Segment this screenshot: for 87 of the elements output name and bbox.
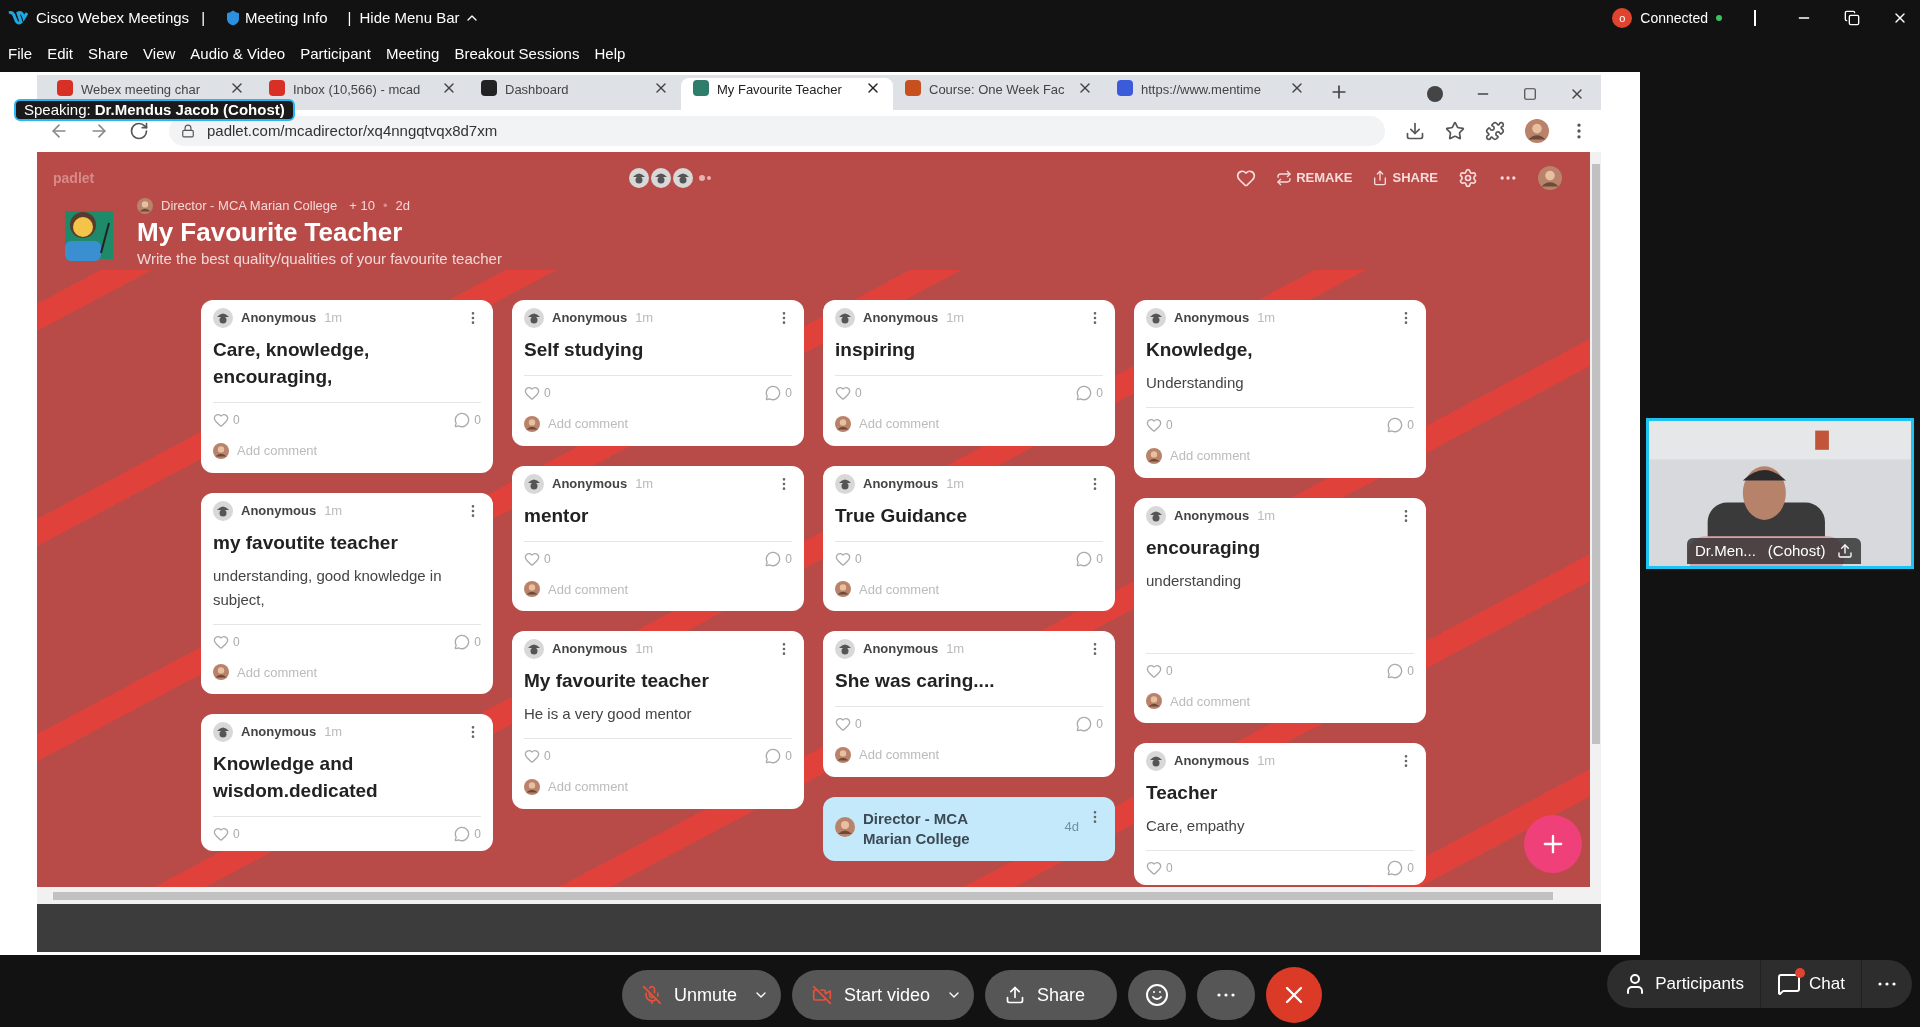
post-body: understanding	[1146, 570, 1243, 591]
comment-count: 0	[1407, 417, 1414, 434]
post-title: True Guidance	[835, 503, 968, 528]
post-time: 1m	[946, 640, 965, 659]
post-body: Care, empathy	[1146, 816, 1246, 836]
post-title: Self studying	[524, 338, 645, 362]
connection-status: Connected	[1640, 8, 1708, 28]
post-author: Anonymous	[863, 309, 939, 328]
post-time: 1m	[946, 474, 965, 493]
speaker-name: Dr.Mendus Jacob (Cohost)	[94, 101, 285, 119]
post-author: Anonymous	[552, 309, 628, 328]
post-title: Care, knowledge, encouraging,	[213, 338, 371, 389]
post-author: Anonymous	[863, 474, 939, 493]
post-author: Anonymous	[1174, 309, 1250, 328]
board-title: My Favourite Teacher	[137, 215, 404, 248]
like-count: 0	[233, 826, 240, 843]
post-body: He is a very good mentor	[524, 704, 693, 724]
post-author: Anonymous	[1174, 506, 1250, 525]
post-title: Knowledge,	[1146, 338, 1254, 362]
post-time: 1m	[1257, 309, 1276, 328]
tab-title: Webex meeting char	[81, 81, 200, 99]
title-separator: |	[347, 7, 352, 28]
like-count: 0	[855, 385, 862, 402]
post-body: understanding, good knowledge in subject,	[213, 565, 443, 610]
post-time: 1m	[1257, 506, 1276, 525]
post-time: 1m	[635, 640, 654, 659]
post-title: Teacher	[1146, 781, 1219, 805]
comment-count: 0	[474, 633, 481, 651]
post-author: Anonymous	[1174, 752, 1250, 771]
post-author: Anonymous	[552, 640, 628, 659]
tab-title: Dashboard	[505, 81, 569, 99]
comment-count: 0	[474, 826, 481, 843]
like-count: 0	[544, 748, 551, 765]
recording-badge: o	[1612, 8, 1633, 28]
post-time: 1m	[324, 723, 343, 742]
speaking-label: Speaking:	[24, 101, 91, 119]
comment-count: 0	[1407, 662, 1414, 680]
like-count: 0	[1166, 860, 1173, 877]
comment-count: 0	[785, 385, 792, 402]
board-age: 2d	[395, 197, 410, 215]
like-count: 0	[855, 716, 862, 733]
post-time: 1m	[635, 309, 654, 328]
post-title: encouraging	[1146, 535, 1261, 560]
comment-count: 0	[785, 550, 792, 568]
post-title: inspiring	[835, 338, 917, 362]
app-name: Cisco Webex Meetings	[36, 7, 190, 28]
comment-count: 0	[1096, 550, 1103, 568]
post-author: Director - MCA Marian College	[863, 808, 971, 849]
tab-title: My Favourite Teacher	[717, 81, 842, 99]
board-subtitle: Write the best quality/qualities of your favourite teacher	[137, 248, 502, 269]
post-author: Anonymous	[241, 723, 317, 742]
like-count: 0	[544, 385, 551, 402]
post-time: 1m	[635, 474, 654, 493]
tab-title: https://www.mentime	[1141, 81, 1261, 99]
comment-count: 0	[474, 412, 481, 429]
post-title: mentor	[524, 503, 590, 528]
comment-count: 0	[1096, 385, 1103, 402]
like-count: 0	[233, 412, 240, 429]
comment-count: 0	[1096, 716, 1103, 733]
comment-count: 0	[785, 748, 792, 765]
post-author: Anonymous	[863, 640, 939, 659]
post-title: Knowledge and wisdom.dedicated	[213, 752, 379, 803]
post-author: Anonymous	[241, 309, 317, 328]
participant-name: Dr.Men...	[1695, 540, 1756, 561]
post-title: She was caring....	[835, 669, 996, 693]
like-count: 0	[544, 550, 551, 568]
post-time: 1m	[946, 309, 965, 328]
meta-separator: •	[382, 197, 388, 215]
like-count: 0	[1166, 662, 1173, 680]
post-time: 1m	[324, 501, 343, 520]
tab-title: Inbox (10,566) - mcad	[293, 81, 421, 99]
post-time: 1m	[1257, 752, 1276, 771]
like-count: 0	[1166, 417, 1173, 434]
contributor-count: + 10	[349, 197, 375, 215]
like-count: 0	[233, 633, 240, 651]
post-body: Understanding	[1146, 373, 1245, 393]
post-time: 1m	[324, 309, 343, 328]
post-title: my favoutite teacher	[213, 530, 399, 555]
title-separator: |	[201, 7, 206, 28]
post-time: 4d	[1064, 817, 1079, 836]
comment-count: 0	[1407, 860, 1414, 877]
tab-title: Course: One Week Fac	[929, 81, 1065, 99]
participant-role: (Cohost)	[1767, 540, 1826, 561]
post-author: Anonymous	[241, 501, 317, 520]
post-title: My favourite teacher	[524, 669, 710, 693]
post-author: Anonymous	[552, 474, 628, 493]
like-count: 0	[855, 550, 862, 568]
